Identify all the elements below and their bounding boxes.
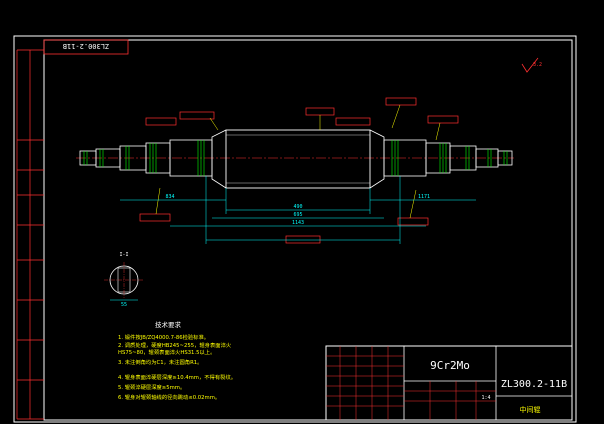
dim-d5: 1171 — [418, 194, 430, 200]
note-item: 3. 未注倒角均为C1，未注圆角R1。 — [118, 358, 202, 366]
note-item: 6. 辊身对辊颈轴线的径向跳动≤0.02mm。 — [118, 393, 220, 401]
note-item: 4. 辊身表面淬硬层深度≥10.4mm，不得有裂纹。 — [118, 373, 236, 381]
note-item: HS75~80，辊颈表面淬火HS31.5以上。 — [118, 348, 215, 356]
notes-heading: 技术要求 — [155, 320, 182, 329]
material-label: 9Cr2Mo — [430, 359, 470, 372]
leader-lines — [155, 104, 441, 219]
note-item: 5. 辊颈淬硬层深度≥5mm。 — [118, 383, 185, 391]
roll-barrel — [225, 129, 371, 189]
drawing-number: ZL300.2-11B — [501, 379, 567, 390]
dim-d2: 695 — [293, 212, 302, 218]
dim-d3: 1143 — [292, 220, 304, 226]
note-item: 2. 调质处理，硬度HB245~255，辊身表面淬火 — [118, 341, 232, 349]
scale-value: 1:4 — [481, 395, 490, 401]
note-item: 1. 锻件按JB/ZQ4000.7-86检验标准。 — [118, 333, 209, 341]
surface-mark-value: 3.2 — [533, 62, 542, 68]
dim-d4: 834 — [165, 194, 174, 200]
cad-drawing-canvas: ZL300.2-11B 3.2 490 695 1143 834 1171 I-… — [13, 35, 577, 423]
top-left-stamp: ZL300.2-11B — [63, 42, 109, 50]
section-label: I-I — [119, 252, 128, 258]
title-block: 9Cr2Mo ZL300.2-11B 中间辊 1:4 — [325, 345, 573, 421]
left-margin-strip — [16, 49, 44, 420]
surface-finish-mark: 3.2 — [521, 57, 542, 73]
section-dim: 55 — [121, 302, 127, 308]
section-view: I-I 55 — [104, 252, 144, 308]
technical-notes: 技术要求 1. 锻件按JB/ZQ4000.7-86检验标准。 2. 调质处理，硬… — [118, 320, 236, 401]
dim-d1: 490 — [293, 204, 302, 210]
outer-border — [13, 35, 577, 423]
dimension-lines — [120, 176, 476, 244]
part-name: 中间辊 — [520, 405, 541, 414]
